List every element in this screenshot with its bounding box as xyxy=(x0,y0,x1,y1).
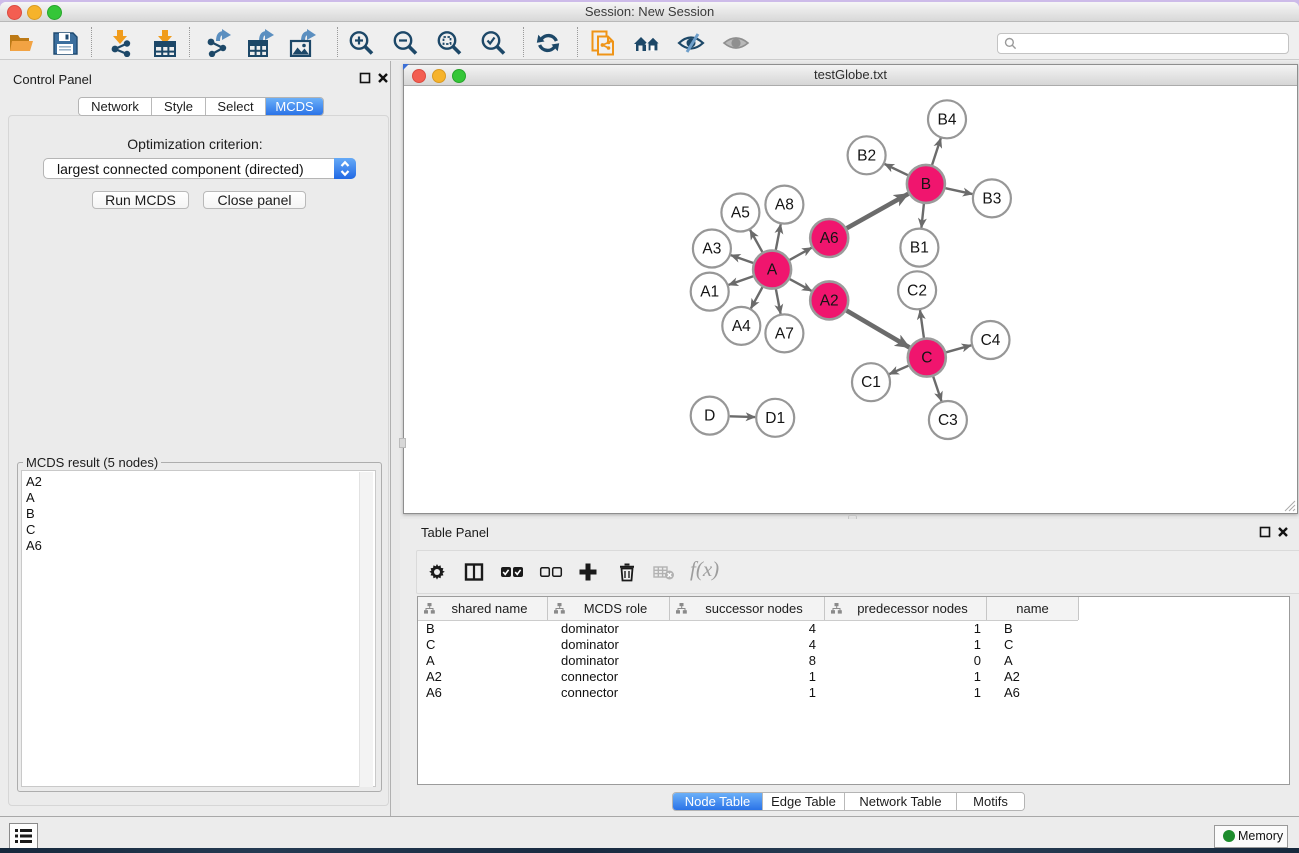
svg-text:A2: A2 xyxy=(820,292,839,309)
svg-text:C: C xyxy=(921,350,932,367)
svg-text:A6: A6 xyxy=(820,230,839,247)
svg-text:B3: B3 xyxy=(982,190,1001,207)
svg-text:A5: A5 xyxy=(731,205,750,222)
svg-text:A1: A1 xyxy=(700,284,719,301)
svg-text:A7: A7 xyxy=(775,325,794,342)
svg-text:C3: C3 xyxy=(938,412,958,429)
svg-text:A3: A3 xyxy=(702,241,721,258)
svg-text:B: B xyxy=(921,176,931,193)
svg-text:D1: D1 xyxy=(765,410,785,427)
svg-text:B1: B1 xyxy=(910,240,929,257)
svg-text:D: D xyxy=(704,408,715,425)
svg-text:A4: A4 xyxy=(732,318,751,335)
svg-text:C2: C2 xyxy=(907,282,927,299)
svg-text:A: A xyxy=(767,262,778,279)
svg-text:C1: C1 xyxy=(861,374,881,391)
svg-text:B2: B2 xyxy=(857,147,876,164)
svg-text:A8: A8 xyxy=(775,197,794,214)
svg-text:C4: C4 xyxy=(981,332,1001,349)
svg-text:B4: B4 xyxy=(938,111,957,128)
